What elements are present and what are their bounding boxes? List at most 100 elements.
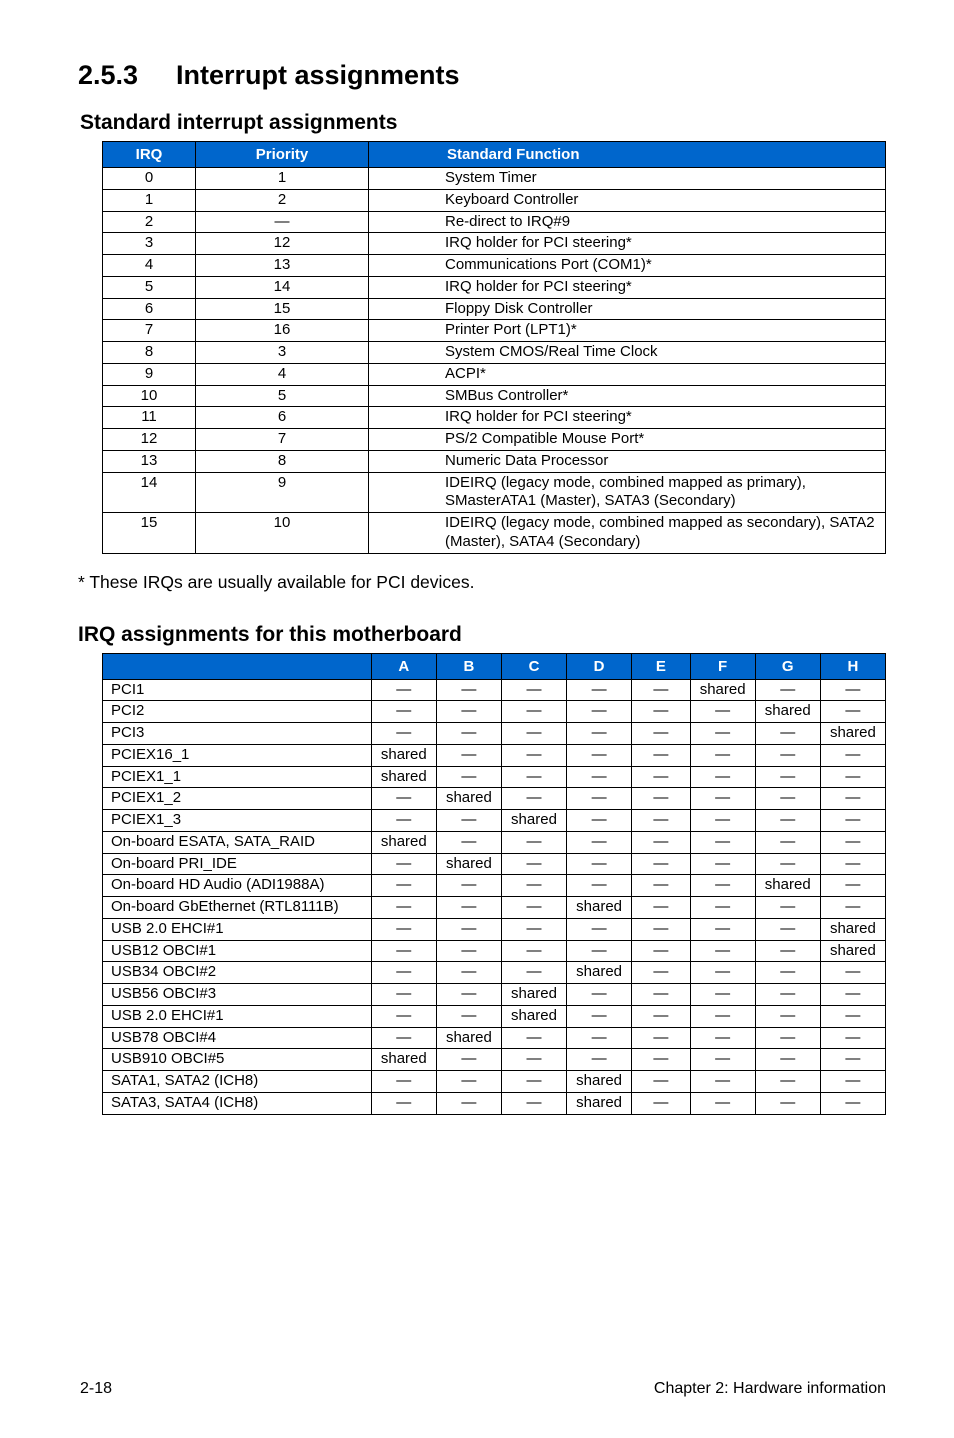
function-cell: ACPI* xyxy=(369,363,886,385)
irq-assignment-cell: — xyxy=(436,701,501,723)
irq-assignment-cell: — xyxy=(690,810,755,832)
irq-assignment-cell: shared xyxy=(820,940,885,962)
irq-assignment-cell: — xyxy=(820,1049,885,1071)
irq-assignment-cell: — xyxy=(371,1027,436,1049)
table-row: USB 2.0 EHCI#1———————shared xyxy=(103,918,886,940)
irq-cell: 4 xyxy=(103,255,196,277)
irq-assignment-cell: — xyxy=(436,918,501,940)
irq-assignment-cell: — xyxy=(371,788,436,810)
irq-assignment-cell: — xyxy=(567,744,632,766)
table-row: USB 2.0 EHCI#1——shared————— xyxy=(103,1005,886,1027)
device-name-cell: On-board GbEthernet (RTL8111B) xyxy=(103,897,372,919)
irq-assignment-cell: — xyxy=(820,897,885,919)
irq-assignment-cell: — xyxy=(371,701,436,723)
irq-assignment-cell: — xyxy=(755,788,820,810)
t2-col-header: H xyxy=(820,653,885,679)
irq-assignment-cell: — xyxy=(567,875,632,897)
irq-assignment-cell: — xyxy=(690,984,755,1006)
table-row: On-board PRI_IDE—shared—————— xyxy=(103,853,886,875)
irq-assignment-cell: — xyxy=(820,831,885,853)
irq-assignment-cell: — xyxy=(501,744,566,766)
irq-assignment-cell: — xyxy=(501,962,566,984)
irq-assignment-cell: — xyxy=(755,897,820,919)
t2-col-header: F xyxy=(690,653,755,679)
device-name-cell: PCIEX1_3 xyxy=(103,810,372,832)
priority-cell: 2 xyxy=(196,189,369,211)
priority-cell: 12 xyxy=(196,233,369,255)
priority-cell: 1 xyxy=(196,168,369,190)
irq-assignment-cell: — xyxy=(501,940,566,962)
irq-assignment-cell: — xyxy=(690,723,755,745)
function-cell: Floppy Disk Controller xyxy=(369,298,886,320)
irq-cell: 11 xyxy=(103,407,196,429)
irq-assignment-cell: — xyxy=(755,679,820,701)
chapter-label: Chapter 2: Hardware information xyxy=(654,1380,886,1398)
irq-assignment-cell: — xyxy=(371,679,436,701)
table-row: USB34 OBCI#2———shared———— xyxy=(103,962,886,984)
table-row: PCIEX1_1shared——————— xyxy=(103,766,886,788)
function-cell: Re-direct to IRQ#9 xyxy=(369,211,886,233)
irq-cell: 2 xyxy=(103,211,196,233)
irq-assignment-cell: — xyxy=(755,1005,820,1027)
irq-assignment-cell: — xyxy=(371,962,436,984)
irq-assignment-cell: — xyxy=(501,766,566,788)
irq-assignment-cell: shared xyxy=(436,1027,501,1049)
table-row: 1510IDEIRQ (legacy mode, combined mapped… xyxy=(103,513,886,554)
irq-assignment-cell: — xyxy=(436,1071,501,1093)
irq-assignment-cell: — xyxy=(690,1027,755,1049)
irq-assignment-cell: — xyxy=(436,875,501,897)
table-row: USB910 OBCI#5shared——————— xyxy=(103,1049,886,1071)
col-priority-header: Priority xyxy=(196,142,369,168)
irq-assignment-cell: — xyxy=(567,810,632,832)
table-row: 127PS/2 Compatible Mouse Port* xyxy=(103,429,886,451)
priority-cell: 10 xyxy=(196,513,369,554)
irq-assignment-cell: — xyxy=(690,918,755,940)
device-name-cell: PCI3 xyxy=(103,723,372,745)
irq-cell: 9 xyxy=(103,363,196,385)
priority-cell: 7 xyxy=(196,429,369,451)
irq-assignment-cell: shared xyxy=(820,723,885,745)
function-cell: IDEIRQ (legacy mode, combined mapped as … xyxy=(369,472,886,513)
t2-col-header: B xyxy=(436,653,501,679)
device-name-cell: PCIEX1_1 xyxy=(103,766,372,788)
function-cell: Keyboard Controller xyxy=(369,189,886,211)
t2-col-header: G xyxy=(755,653,820,679)
irq-assignment-cell: — xyxy=(820,1092,885,1114)
irq-cell: 5 xyxy=(103,276,196,298)
irq-cell: 7 xyxy=(103,320,196,342)
footnote: * These IRQs are usually available for P… xyxy=(78,572,888,593)
table-row: 149IDEIRQ (legacy mode, combined mapped … xyxy=(103,472,886,513)
priority-cell: 15 xyxy=(196,298,369,320)
irq-assignment-cell: — xyxy=(436,744,501,766)
device-name-cell: USB56 OBCI#3 xyxy=(103,984,372,1006)
table-row: USB56 OBCI#3——shared————— xyxy=(103,984,886,1006)
irq-assignment-cell: — xyxy=(755,1071,820,1093)
irq-motherboard-table: ABCDEFGH PCI1—————shared——PCI2——————shar… xyxy=(102,653,886,1115)
table1-title: Standard interrupt assignments xyxy=(80,111,888,135)
irq-assignment-cell: — xyxy=(632,940,690,962)
function-cell: IRQ holder for PCI steering* xyxy=(369,233,886,255)
irq-assignment-cell: — xyxy=(501,853,566,875)
irq-assignment-cell: shared xyxy=(371,744,436,766)
irq-assignment-cell: — xyxy=(690,1092,755,1114)
irq-cell: 8 xyxy=(103,342,196,364)
table-row: PCI3———————shared xyxy=(103,723,886,745)
irq-assignment-cell: — xyxy=(755,744,820,766)
irq-assignment-cell: — xyxy=(632,679,690,701)
irq-assignment-cell: — xyxy=(632,853,690,875)
table-row: SATA1, SATA2 (ICH8)———shared———— xyxy=(103,1071,886,1093)
irq-assignment-cell: — xyxy=(632,1005,690,1027)
irq-assignment-cell: — xyxy=(690,875,755,897)
irq-assignment-cell: — xyxy=(501,1027,566,1049)
table-row: SATA3, SATA4 (ICH8)———shared———— xyxy=(103,1092,886,1114)
irq-assignment-cell: — xyxy=(501,1071,566,1093)
irq-assignment-cell: shared xyxy=(501,1005,566,1027)
irq-assignment-cell: — xyxy=(436,679,501,701)
device-name-cell: USB910 OBCI#5 xyxy=(103,1049,372,1071)
irq-assignment-cell: — xyxy=(501,701,566,723)
irq-cell: 12 xyxy=(103,429,196,451)
irq-assignment-cell: — xyxy=(690,1049,755,1071)
device-name-cell: SATA1, SATA2 (ICH8) xyxy=(103,1071,372,1093)
irq-assignment-cell: — xyxy=(371,1071,436,1093)
irq-assignment-cell: — xyxy=(436,1092,501,1114)
